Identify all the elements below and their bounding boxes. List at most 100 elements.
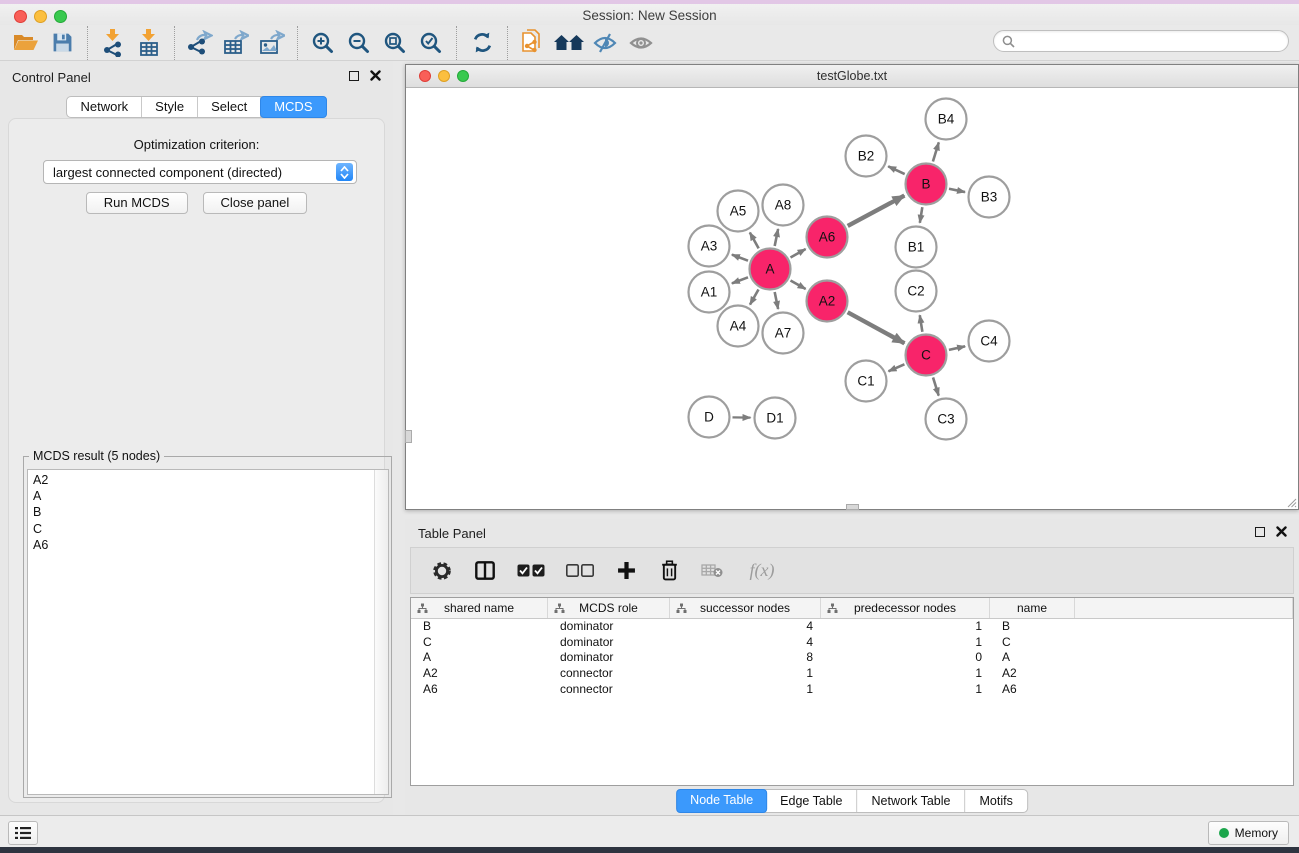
graph-node-A[interactable]: A bbox=[750, 249, 791, 290]
graph-node-A1[interactable]: A1 bbox=[689, 272, 730, 313]
tab-mcds[interactable]: MCDS bbox=[260, 96, 326, 118]
delete-table-icon[interactable] bbox=[699, 558, 725, 584]
search-input[interactable] bbox=[1020, 34, 1270, 48]
graph-node-C1[interactable]: C1 bbox=[846, 361, 887, 402]
graph-edge-B-B2[interactable] bbox=[888, 166, 905, 174]
graph-node-B[interactable]: B bbox=[906, 164, 947, 205]
graph-edge-A-A7[interactable] bbox=[775, 292, 778, 309]
mcds-result-item[interactable]: A bbox=[28, 488, 388, 504]
show-column-panel-icon[interactable] bbox=[472, 558, 498, 584]
criterion-dropdown[interactable]: largest connected component (directed) bbox=[43, 160, 357, 184]
open-session-icon[interactable] bbox=[8, 26, 44, 60]
network-canvas[interactable]: B4 B2 B B3 A8A5 A6 A3 B1 A C2 A1 A2 A4A7 C4 C C1 D D1 C3 bbox=[406, 88, 1298, 509]
search-field[interactable] bbox=[993, 30, 1289, 52]
graph-node-C4[interactable]: C4 bbox=[969, 321, 1010, 362]
zoom-in-icon[interactable] bbox=[305, 26, 341, 60]
scrollbar[interactable] bbox=[374, 470, 388, 794]
graph-node-C[interactable]: C bbox=[906, 335, 947, 376]
tab-network[interactable]: Network bbox=[67, 97, 142, 117]
show-graphics-details-icon[interactable] bbox=[623, 26, 659, 60]
graph-node-B1[interactable]: B1 bbox=[896, 227, 937, 268]
table-row[interactable]: Bdominator41B bbox=[411, 619, 1293, 635]
import-table-icon[interactable] bbox=[131, 26, 167, 60]
graph-edge-A-A4[interactable] bbox=[750, 289, 759, 304]
import-network-icon[interactable] bbox=[95, 26, 131, 60]
graph-node-B3[interactable]: B3 bbox=[969, 177, 1010, 218]
close-panel-icon[interactable] bbox=[370, 70, 381, 81]
new-network-icon[interactable] bbox=[515, 26, 551, 60]
function-builder-icon[interactable]: f(x) bbox=[742, 558, 782, 584]
select-all-columns-icon[interactable] bbox=[515, 558, 547, 584]
close-panel-button[interactable]: Close panel bbox=[203, 192, 308, 214]
export-image-icon[interactable] bbox=[254, 26, 290, 60]
graph-node-A7[interactable]: A7 bbox=[763, 313, 804, 354]
zoom-selected-icon[interactable] bbox=[413, 26, 449, 60]
table-row[interactable]: A2connector11A2 bbox=[411, 666, 1293, 682]
graph-edge-A6-B[interactable] bbox=[848, 196, 905, 226]
graph-edge-A-A1[interactable] bbox=[732, 277, 748, 283]
graph-node-A3[interactable]: A3 bbox=[689, 226, 730, 267]
export-network-icon[interactable] bbox=[182, 26, 218, 60]
graph-edge-C-C2[interactable] bbox=[920, 315, 923, 332]
mcds-result-item[interactable]: A2 bbox=[28, 472, 388, 488]
graph-edge-B-B3[interactable] bbox=[949, 189, 965, 192]
hide-graphics-details-icon[interactable] bbox=[587, 26, 623, 60]
column-header-successor-nodes[interactable]: successor nodes bbox=[670, 598, 821, 618]
column-header-MCDS-role[interactable]: MCDS role bbox=[548, 598, 670, 618]
graph-edge-A-A6[interactable] bbox=[790, 249, 805, 258]
graph-node-C2[interactable]: C2 bbox=[896, 271, 937, 312]
tab-motifs[interactable]: Motifs bbox=[965, 790, 1026, 812]
graph-edge-C-C3[interactable] bbox=[933, 377, 939, 395]
graph-edge-B-B4[interactable] bbox=[933, 142, 939, 161]
tab-network-table[interactable]: Network Table bbox=[858, 790, 966, 812]
table-row[interactable]: Adominator80A bbox=[411, 650, 1293, 666]
task-history-button[interactable] bbox=[8, 821, 38, 845]
show-all-networks-icon[interactable] bbox=[551, 26, 587, 60]
mcds-result-item[interactable]: A6 bbox=[28, 537, 388, 553]
graph-edge-A-A5[interactable] bbox=[750, 232, 759, 248]
close-panel-icon[interactable] bbox=[1276, 526, 1287, 537]
mcds-result-list[interactable]: A2ABCA6 bbox=[27, 469, 389, 795]
zoom-out-icon[interactable] bbox=[341, 26, 377, 60]
tab-style[interactable]: Style bbox=[142, 97, 198, 117]
column-header-name[interactable]: name bbox=[990, 598, 1075, 618]
float-panel-icon[interactable] bbox=[1255, 527, 1265, 537]
graph-node-A2[interactable]: A2 bbox=[807, 281, 848, 322]
table-row[interactable]: A6connector11A6 bbox=[411, 682, 1293, 698]
graph-edge-C-C4[interactable] bbox=[949, 346, 965, 350]
float-panel-icon[interactable] bbox=[349, 71, 359, 81]
export-table-icon[interactable] bbox=[218, 26, 254, 60]
vertical-scroll-knob[interactable] bbox=[405, 430, 412, 443]
graph-edge-B-B1[interactable] bbox=[920, 207, 922, 223]
column-header-predecessor-nodes[interactable]: predecessor nodes bbox=[821, 598, 990, 618]
graph-edge-A-A2[interactable] bbox=[790, 281, 805, 290]
horizontal-scroll-knob[interactable] bbox=[846, 504, 859, 510]
graph-node-B4[interactable]: B4 bbox=[926, 99, 967, 140]
zoom-fit-icon[interactable] bbox=[377, 26, 413, 60]
delete-column-trash-icon[interactable] bbox=[656, 558, 682, 584]
refresh-icon[interactable] bbox=[464, 26, 500, 60]
resize-grip-icon[interactable] bbox=[1285, 496, 1297, 508]
tab-node-table[interactable]: Node Table bbox=[676, 789, 767, 813]
table-settings-gear-icon[interactable] bbox=[429, 558, 455, 584]
column-header-shared-name[interactable]: shared name bbox=[411, 598, 548, 618]
graph-node-D[interactable]: D bbox=[689, 397, 730, 438]
run-mcds-button[interactable]: Run MCDS bbox=[86, 192, 188, 214]
graph-edge-C-C1[interactable] bbox=[888, 364, 904, 371]
mcds-result-item[interactable]: C bbox=[28, 521, 388, 537]
save-session-icon[interactable] bbox=[44, 26, 80, 60]
mcds-result-item[interactable]: B bbox=[28, 504, 388, 520]
graph-node-C3[interactable]: C3 bbox=[926, 399, 967, 440]
graph-node-A6[interactable]: A6 bbox=[807, 217, 848, 258]
graph-edge-A2-C[interactable] bbox=[848, 312, 905, 343]
graph-node-A5[interactable]: A5 bbox=[718, 191, 759, 232]
graph-node-A4[interactable]: A4 bbox=[718, 306, 759, 347]
graph-node-D1[interactable]: D1 bbox=[755, 398, 796, 439]
graph-node-A8[interactable]: A8 bbox=[763, 185, 804, 226]
graph-node-B2[interactable]: B2 bbox=[846, 136, 887, 177]
graph-edge-A-A3[interactable] bbox=[732, 255, 748, 261]
graph-edge-A-A8[interactable] bbox=[775, 229, 778, 246]
tab-select[interactable]: Select bbox=[198, 97, 261, 117]
unselect-all-columns-icon[interactable] bbox=[564, 558, 596, 584]
memory-button[interactable]: Memory bbox=[1208, 821, 1289, 845]
